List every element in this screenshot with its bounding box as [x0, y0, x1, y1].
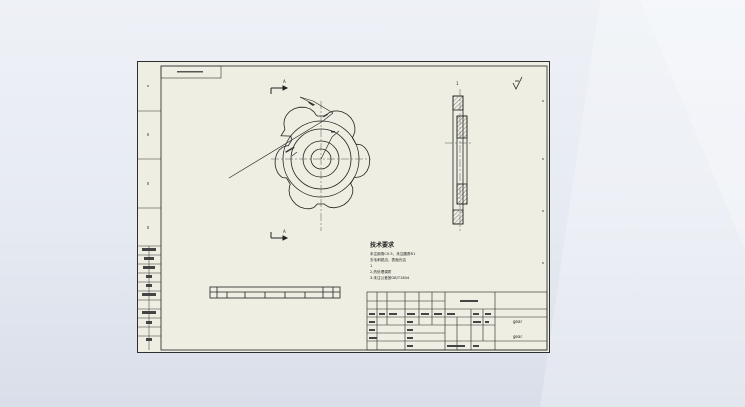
- tech-notes-title: 技术要求: [370, 241, 395, 249]
- section-label-bottom: A: [283, 229, 286, 234]
- center-lines: [271, 101, 371, 231]
- section-view-label: 1: [456, 81, 459, 86]
- section-label-top: A: [283, 79, 286, 84]
- tech-note-line: 未注倒角C0.5，未注圆角R1: [370, 251, 415, 256]
- tech-note-line: 2.热处理调质: [370, 269, 392, 274]
- left-zone-strip: [137, 110, 161, 350]
- gear-front-view[interactable]: [274, 106, 371, 210]
- tech-note-line: 1: [370, 264, 372, 268]
- zone-ticks: [147, 85, 544, 264]
- section-cut-marks: [270, 85, 289, 241]
- drawing-number-2: gear: [513, 334, 522, 339]
- roughness-symbol: [512, 76, 523, 90]
- drawing-border: [160, 65, 548, 351]
- gear-bottom-view[interactable]: [209, 286, 341, 299]
- tech-note-line: 3.未注公差按GB/T1804: [370, 275, 410, 280]
- drawing-number: gear: [513, 319, 522, 324]
- tech-requirements: 技术要求 未注倒角C0.5，未注圆角R1 去毛刺锐边，表面光洁 1 2.热处理调…: [370, 241, 415, 280]
- engineering-drawing[interactable]: A A 1 技术要求 未注倒角C0.5，未注圆角R1 去毛刺锐边，表面光洁 1 …: [137, 61, 550, 353]
- tech-note-line: 去毛刺锐边，表面光洁: [370, 257, 406, 262]
